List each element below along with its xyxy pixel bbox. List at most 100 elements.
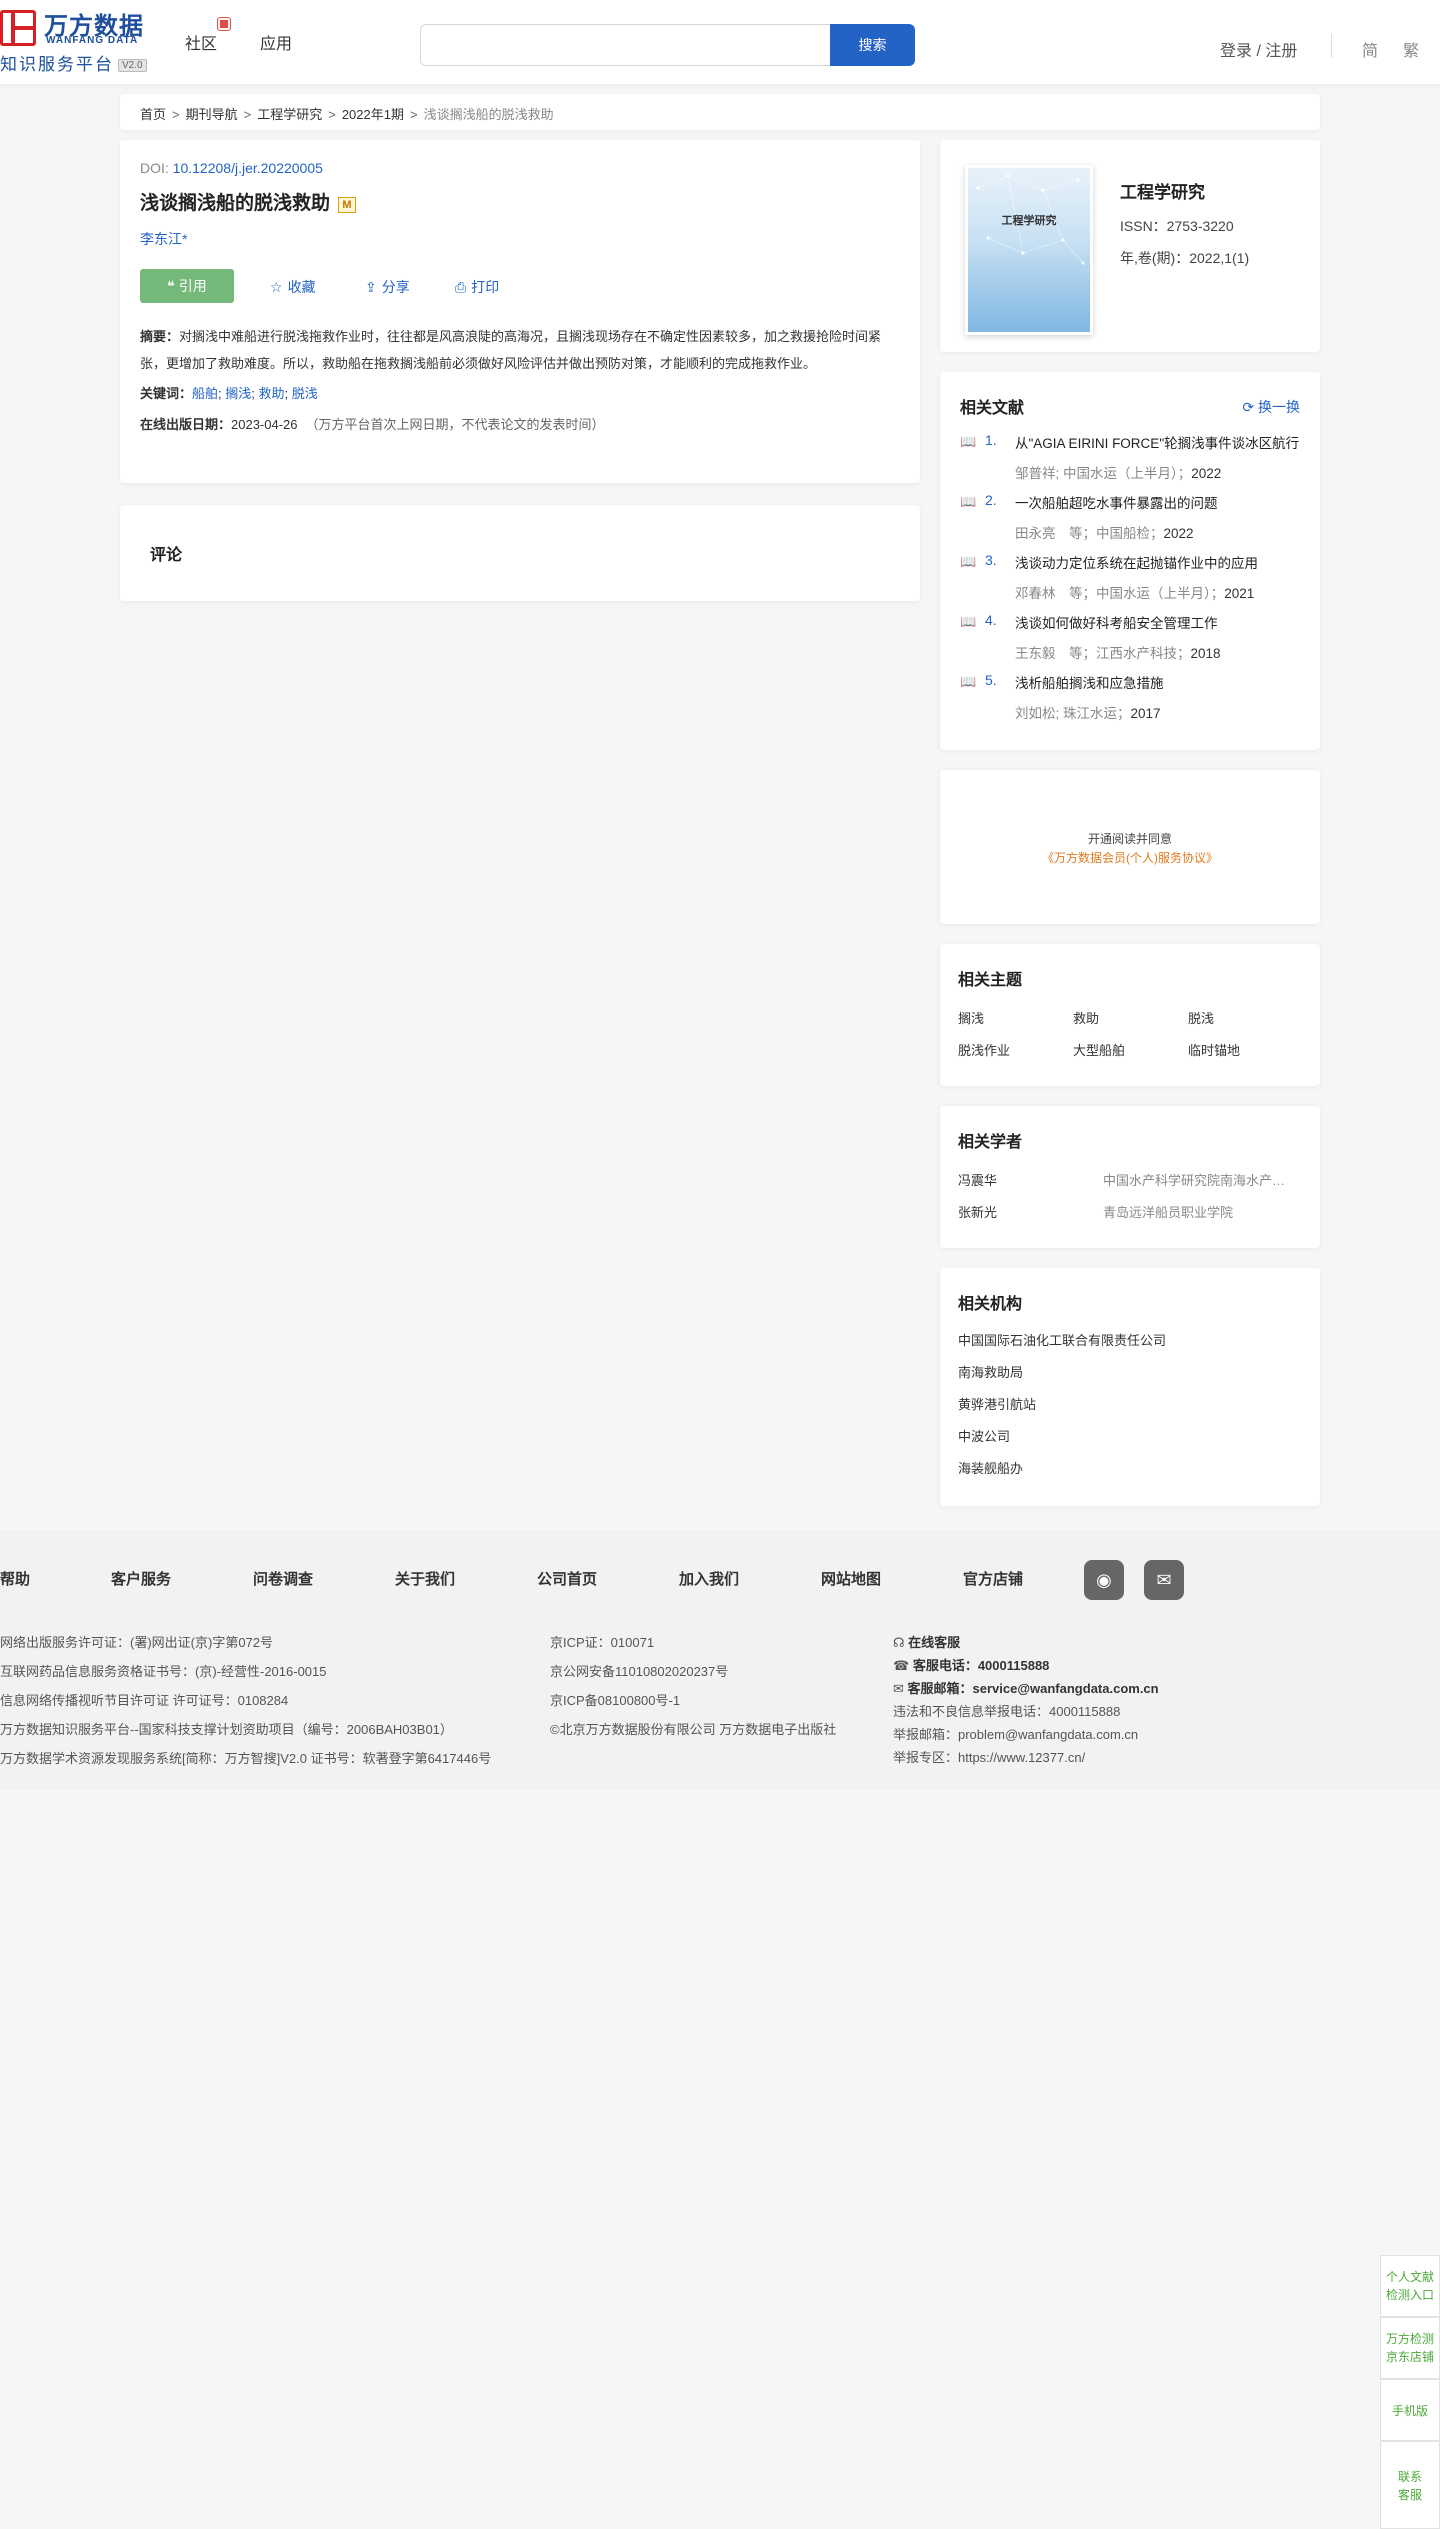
print-button[interactable]: ⎙ 打印: [455, 277, 499, 297]
nav-apps[interactable]: 应用: [260, 30, 292, 54]
wanfang-logo-icon: [0, 10, 36, 46]
book-icon: 📖: [960, 494, 977, 509]
list-item: 📖 3. 浅谈动力定位系统在起抛锚作业中的应用 邓春林 等；中国水运（上半月）；…: [960, 552, 1300, 612]
related-topics-card: 相关主题 搁浅 救助 脱浅 脱浅作业 大型船舶 临时锚地: [940, 944, 1320, 1086]
institution-link[interactable]: 黄骅港引航站: [958, 1397, 1036, 1412]
license-text: 网络出版服务许可证：(署)网出证(京)字第072号: [0, 1635, 274, 1650]
notification-badge-icon: [218, 18, 230, 30]
version-badge: V2.0: [118, 59, 147, 72]
search-button[interactable]: 搜索: [830, 24, 915, 66]
float-plagiarism-entry[interactable]: 个人文献 检测入口: [1380, 2255, 1440, 2317]
header-divider: [1331, 34, 1332, 58]
report-zone-link[interactable]: 举报专区：https://www.12377.cn/: [893, 1747, 1085, 1766]
publish-date: 在线出版日期：2023-04-26 （万方平台首次上网日期，不代表论文的发表时间）: [140, 417, 605, 432]
related-institutions-card: 相关机构 中国国际石油化工联合有限责任公司 南海救助局 黄骅港引航站 中波公司 …: [940, 1268, 1320, 1506]
footer-link-help[interactable]: 帮助: [0, 1568, 30, 1589]
list-item: 海装舰船办: [958, 1458, 1302, 1490]
keyword-link[interactable]: 救助: [259, 386, 285, 401]
keyword-link[interactable]: 脱浅: [292, 386, 318, 401]
article-card: DOI: 10.12208/j.jer.20220005 浅谈搁浅船的脱浅救助 M…: [120, 140, 920, 483]
institution-link[interactable]: 中国国际石油化工联合有限责任公司: [958, 1333, 1166, 1348]
refresh-icon: ⟳: [1242, 399, 1258, 415]
wanfang-logo[interactable]: 万方数据 WANFANG DATA 知识服务平台 V2.0: [0, 6, 160, 74]
article-actions: ❝ 引用 ☆ 收藏 ⇪ 分享 ⎙ 打印: [140, 269, 900, 303]
literature-title-link[interactable]: 浅谈动力定位系统在起抛锚作业中的应用: [1015, 552, 1300, 572]
topic-link[interactable]: 救助: [1073, 1008, 1099, 1027]
scholar-org: 中国水产科学研究院南海水产研究所: [1103, 1173, 1298, 1188]
breadcrumb-issue[interactable]: 2022年1期: [342, 107, 404, 122]
service-agreement-link[interactable]: 《万方数据会员(个人)服务协议》: [940, 849, 1320, 866]
footer-link-survey[interactable]: 问卷调查: [253, 1568, 313, 1589]
cover-title: 工程学研究: [1001, 215, 1057, 227]
mail-icon: ✉: [893, 1681, 908, 1696]
weibo-icon[interactable]: ◉: [1084, 1560, 1124, 1600]
icp-link[interactable]: 京ICP证：010071: [550, 1632, 654, 1651]
literature-title-link[interactable]: 浅析船舶搁浅和应急措施: [1015, 672, 1300, 692]
keyword-link[interactable]: 船舶: [192, 386, 218, 401]
breadcrumb-home[interactable]: 首页: [140, 107, 166, 122]
footer-link-join[interactable]: 加入我们: [679, 1568, 739, 1589]
icp-link[interactable]: 京ICP备08100800号-1: [550, 1690, 680, 1709]
lang-simplified[interactable]: 简: [1362, 37, 1378, 61]
list-item: 📖 4. 浅谈如何做好科考船安全管理工作 王东毅 等；江西水产科技；2018: [960, 612, 1300, 672]
topic-link[interactable]: 大型船舶: [1073, 1040, 1125, 1059]
breadcrumb: 首页 > 期刊导航 > 工程学研究 >2022年1期 > 浅谈搁浅船的脱浅救助: [120, 94, 1320, 130]
footer-link-company[interactable]: 公司首页: [537, 1568, 597, 1589]
cite-button[interactable]: ❝ 引用: [140, 269, 234, 303]
copyright-text: ©北京万方数据股份有限公司 万方数据电子出版社: [550, 1722, 837, 1737]
literature-title-link[interactable]: 从"AGIA EIRINI FORCE"轮搁浅事件谈冰区航行: [1015, 432, 1300, 452]
float-jd-store[interactable]: 万方检测 京东店铺: [1380, 2317, 1440, 2379]
icp-link[interactable]: 京公网安备11010802020237号: [550, 1661, 728, 1680]
journal-volume: 年,卷(期)：2022,1(1): [1120, 250, 1250, 266]
lang-traditional[interactable]: 繁: [1403, 37, 1419, 61]
institution-link[interactable]: 南海救助局: [958, 1365, 1023, 1380]
related-scholars-card: 相关学者 冯震华 中国水产科学研究院南海水产研究所 张新光 青岛远洋船员职业学院: [940, 1106, 1320, 1248]
related-institutions-title: 相关机构: [958, 1296, 1023, 1313]
online-service-link[interactable]: ☊ 在线客服: [893, 1632, 960, 1651]
footer-link-store[interactable]: 官方店铺: [963, 1568, 1023, 1589]
journal-name[interactable]: 工程学研究: [1120, 178, 1205, 203]
literature-title-link[interactable]: 一次船舶超吃水事件暴露出的问题: [1015, 492, 1300, 512]
license-text: 信息网络传播视听节目许可证 许可证号：0108284: [0, 1693, 289, 1708]
float-mobile[interactable]: 手机版: [1380, 2379, 1440, 2441]
license-text: 万方数据知识服务平台--国家科技支撑计划资助项目（编号：2006BAH03B01…: [0, 1722, 453, 1737]
topic-link[interactable]: 临时锚地: [1188, 1040, 1240, 1059]
login-register-link[interactable]: 登录 / 注册: [1220, 37, 1297, 61]
breadcrumb-journal-nav[interactable]: 期刊导航: [186, 107, 238, 122]
share-button[interactable]: ⇪ 分享: [365, 277, 410, 297]
service-email: ✉ 客服邮箱：service@wanfangdata.com.cn: [893, 1681, 1159, 1696]
doi-link[interactable]: 10.12208/j.jer.20220005: [173, 160, 323, 176]
article-author[interactable]: 李东江*: [140, 229, 900, 249]
topic-link[interactable]: 搁浅: [958, 1008, 984, 1027]
institution-link[interactable]: 中波公司: [958, 1429, 1010, 1444]
headset-icon: ☊: [893, 1635, 909, 1650]
footer-link-sitemap[interactable]: 网站地图: [821, 1568, 881, 1589]
topic-link[interactable]: 脱浅: [1188, 1008, 1214, 1027]
quote-icon: ❝: [167, 278, 179, 294]
breadcrumb-current: 浅谈搁浅船的脱浅救助: [423, 107, 554, 122]
keyword-link[interactable]: 搁浅: [225, 386, 251, 401]
institution-link[interactable]: 海装舰船办: [958, 1461, 1023, 1476]
footer-link-about[interactable]: 关于我们: [395, 1568, 455, 1589]
subscribe-text: 开通阅读并同意: [1087, 832, 1172, 846]
search-input[interactable]: [420, 24, 830, 66]
float-contact-service[interactable]: 联系 客服: [1380, 2441, 1440, 2529]
literature-title-link[interactable]: 浅谈如何做好科考船安全管理工作: [1015, 612, 1300, 632]
journal-cover[interactable]: 工程学研究: [965, 165, 1093, 335]
comments-title: 评论: [150, 547, 183, 564]
footer-link-customer-service[interactable]: 客户服务: [111, 1568, 171, 1589]
cover-network-pattern: [976, 174, 1085, 265]
favorite-button[interactable]: ☆ 收藏: [270, 277, 316, 297]
breadcrumb-journal[interactable]: 工程学研究: [257, 107, 322, 122]
topic-link[interactable]: 脱浅作业: [958, 1040, 1010, 1059]
scholar-name-link[interactable]: 张新光: [958, 1202, 997, 1221]
related-literature-list: 📖 1. 从"AGIA EIRINI FORCE"轮搁浅事件谈冰区航行 邹普祥;…: [960, 432, 1300, 732]
journal-card: 工程学研究 工程学研究 ISSN：2753-3220 年,卷(期)：2022,1…: [940, 140, 1320, 352]
scholar-name-link[interactable]: 冯震华: [958, 1170, 997, 1189]
nav-community[interactable]: 社区: [185, 30, 217, 54]
list-item: 冯震华 中国水产科学研究院南海水产研究所: [958, 1170, 1302, 1202]
refresh-button[interactable]: ⟳ 换一换: [1242, 397, 1300, 417]
book-icon: 📖: [960, 674, 977, 689]
scholar-org: 青岛远洋船员职业学院: [1103, 1205, 1234, 1220]
wechat-icon[interactable]: ✉: [1144, 1560, 1184, 1600]
